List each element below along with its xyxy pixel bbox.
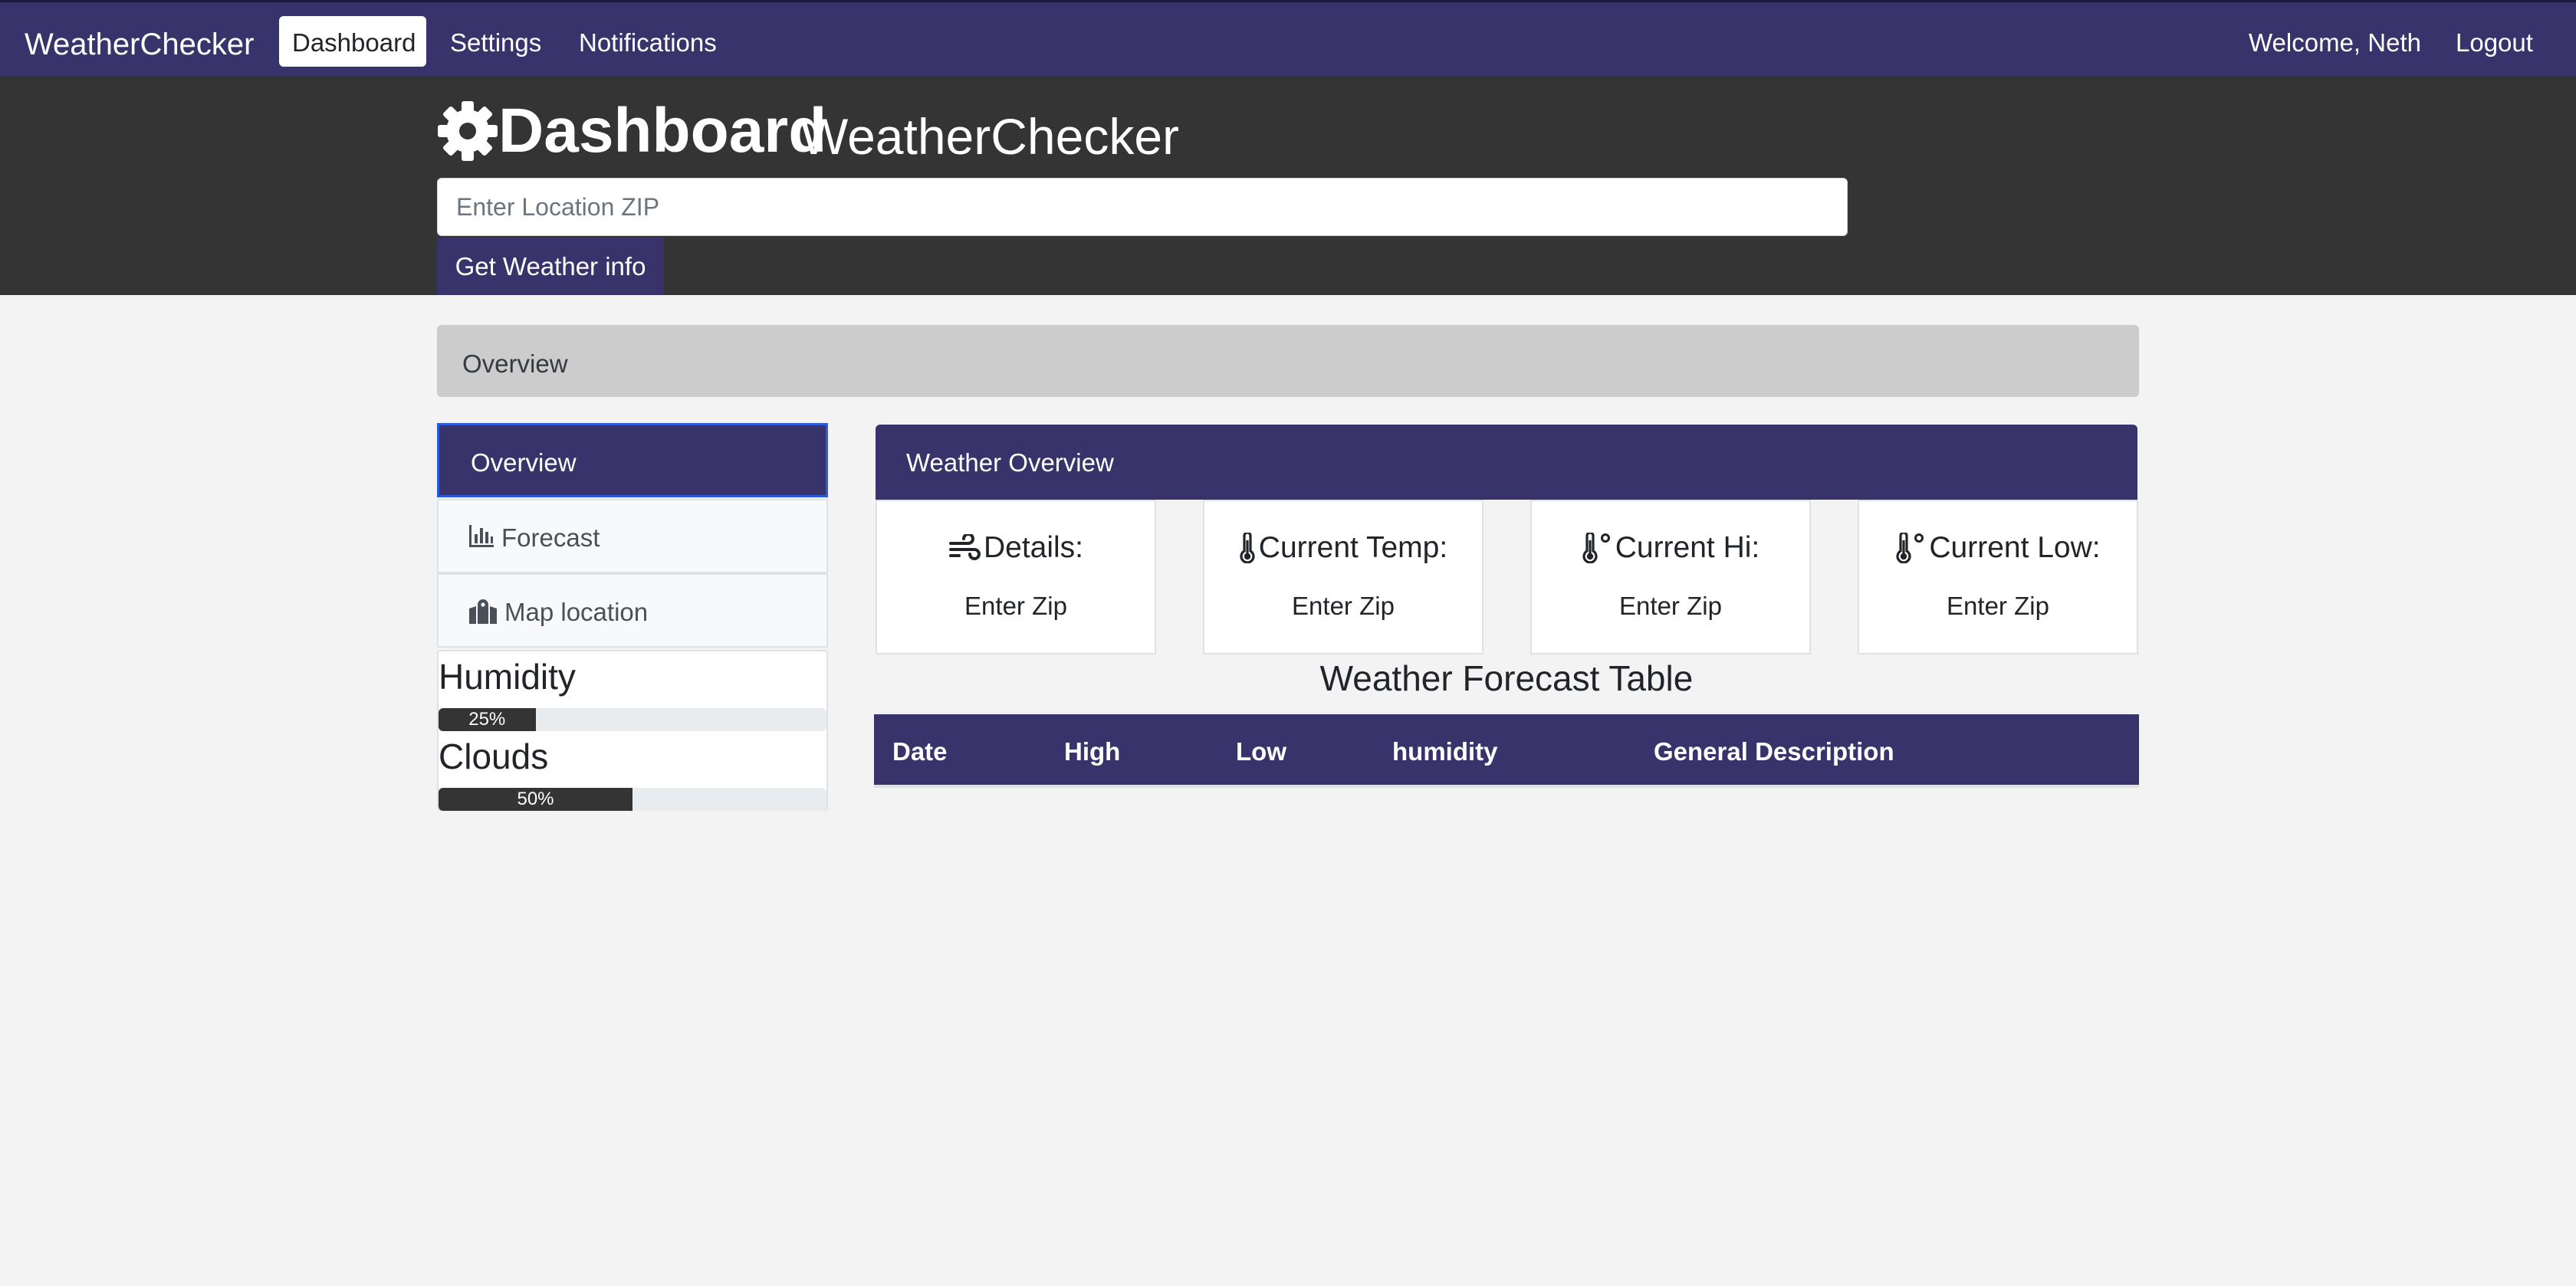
details-value: Enter Zip: [964, 592, 1067, 620]
welcome-link[interactable]: Welcome, Neth: [2249, 28, 2421, 57]
clouds-progress: 50%: [439, 788, 826, 811]
top-navbar: WeatherChecker Dashboard Settings Notifi…: [0, 0, 2576, 76]
page-title: Dashboard: [498, 96, 827, 166]
gear-icon: [438, 101, 498, 161]
sidebar-item-label: Overview: [471, 448, 577, 477]
thermometer-degree-icon: [1582, 533, 1610, 563]
column-header-date: Date: [892, 737, 948, 766]
wind-icon: [948, 534, 981, 560]
forecast-table-header: Date High Low humidity General Descripti…: [874, 714, 2139, 788]
metrics-card: Humidity 25% Clouds 50%: [437, 650, 828, 811]
nav-link-notifications[interactable]: Notifications: [579, 28, 717, 57]
zip-input[interactable]: [437, 178, 1848, 236]
humidity-label: Humidity: [439, 657, 576, 697]
clouds-label: Clouds: [439, 736, 549, 776]
column-header-general-description: General Description: [1654, 737, 1894, 766]
thermometer-degree-icon: [1896, 533, 1924, 563]
weather-overview-title: Weather Overview: [906, 448, 1114, 477]
sidebar-item-overview[interactable]: Overview: [437, 423, 828, 497]
current-hi-card: Current Hi: Enter Zip: [1530, 500, 1811, 654]
column-header-low: Low: [1236, 737, 1286, 766]
breadcrumb-item: Overview: [462, 349, 568, 378]
get-weather-button[interactable]: Get Weather info: [437, 238, 664, 295]
current-temp-card: Current Temp: Enter Zip: [1203, 500, 1484, 654]
details-title: Details:: [983, 531, 1084, 564]
sidebar-item-label: Forecast: [501, 523, 600, 552]
current-low-value: Enter Zip: [1947, 592, 2049, 620]
map-location-icon: [469, 599, 497, 624]
nav-link-label: Dashboard: [292, 28, 416, 57]
clouds-progress-fill: 50%: [439, 788, 632, 811]
forecast-table-title: Weather Forecast Table: [1319, 658, 1694, 698]
humidity-progress-fill: 25%: [439, 708, 536, 731]
nav-link-dashboard[interactable]: Dashboard: [279, 16, 426, 67]
nav-link-settings[interactable]: Settings: [450, 28, 541, 57]
brand-link[interactable]: WeatherChecker: [25, 28, 254, 62]
logout-link[interactable]: Logout: [2456, 28, 2533, 57]
page-subtitle: WeatherChecker: [800, 108, 1180, 165]
humidity-progress: 25%: [439, 708, 826, 731]
current-temp-title: Current Temp:: [1258, 531, 1448, 564]
details-card: Details: Enter Zip: [876, 500, 1156, 654]
weather-overview-header: Weather Overview: [876, 425, 2137, 500]
column-header-humidity: humidity: [1392, 737, 1498, 766]
thermometer-icon: [1240, 533, 1255, 563]
breadcrumb: Overview: [437, 325, 2139, 397]
column-header-high: High: [1064, 737, 1121, 766]
current-low-title: Current Low:: [1929, 531, 2101, 564]
sidebar-item-label: Map location: [504, 598, 649, 626]
current-temp-value: Enter Zip: [1292, 592, 1395, 620]
current-hi-value: Enter Zip: [1619, 592, 1722, 620]
sidebar-item-forecast[interactable]: Forecast: [437, 499, 828, 573]
current-hi-title: Current Hi:: [1615, 531, 1760, 564]
current-low-card: Current Low: Enter Zip: [1858, 500, 2138, 654]
sidebar-item-map-location[interactable]: Map location: [437, 573, 828, 648]
bar-chart-icon: [469, 525, 494, 547]
